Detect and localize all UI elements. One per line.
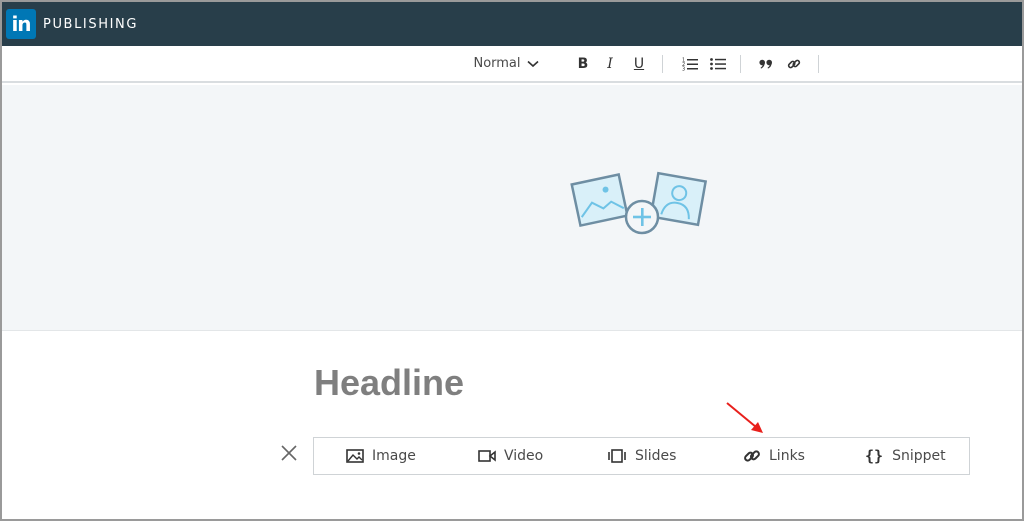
linkedin-logo[interactable]: in [6, 9, 36, 39]
slides-icon [608, 449, 626, 463]
braces-icon: {} [865, 447, 884, 465]
insert-snippet-label: Snippet [892, 448, 946, 464]
insert-slides-label: Slides [635, 448, 677, 464]
bulleted-list-icon [710, 57, 726, 70]
headline-input[interactable]: Headline [314, 362, 464, 404]
cover-image-dropzone[interactable] [2, 85, 1022, 331]
bold-button[interactable]: B [572, 46, 594, 81]
text-style-select[interactable]: Normal [468, 46, 544, 81]
insert-image-button[interactable]: Image [346, 438, 416, 474]
text-style-value: Normal [473, 56, 521, 71]
toolbar-divider [740, 55, 741, 73]
underline-button[interactable]: U [628, 46, 650, 81]
toolbar-divider [818, 55, 819, 73]
numbered-list-icon: 1 2 3 [682, 57, 698, 71]
insert-image-label: Image [372, 448, 416, 464]
quote-button[interactable] [755, 46, 777, 81]
insert-snippet-button[interactable]: {} Snippet [865, 438, 946, 474]
quote-icon [759, 59, 772, 69]
close-icon [281, 445, 297, 461]
toolbar-divider [662, 55, 663, 73]
numbered-list-button[interactable]: 1 2 3 [679, 46, 701, 81]
insert-video-label: Video [504, 448, 544, 464]
formatting-toolbar: Normal B I U 1 2 3 [2, 46, 1022, 83]
image-icon [346, 449, 364, 463]
link-icon [787, 59, 801, 68]
bulleted-list-button[interactable] [707, 46, 729, 81]
add-image-icon [570, 171, 708, 235]
link-button[interactable] [783, 46, 805, 81]
insert-media-bar: Image Video Slides Links {} Snippet [313, 437, 970, 475]
video-icon [478, 450, 496, 462]
insert-slides-button[interactable]: Slides [607, 438, 676, 474]
insert-links-button[interactable]: Links [743, 438, 805, 474]
brand-title: PUBLISHING [43, 16, 139, 32]
italic-button[interactable]: I [599, 46, 621, 81]
link-icon [744, 450, 760, 462]
app-window: in PUBLISHING Normal B I U 1 2 3 Headlin… [0, 0, 1024, 521]
top-bar: in PUBLISHING [2, 2, 1022, 46]
chevron-down-icon [526, 60, 539, 67]
insert-links-label: Links [769, 448, 805, 464]
close-insert-bar-button[interactable] [278, 442, 300, 464]
insert-video-button[interactable]: Video [478, 438, 543, 474]
svg-text:3: 3 [682, 66, 685, 71]
annotation-arrow [726, 402, 763, 433]
